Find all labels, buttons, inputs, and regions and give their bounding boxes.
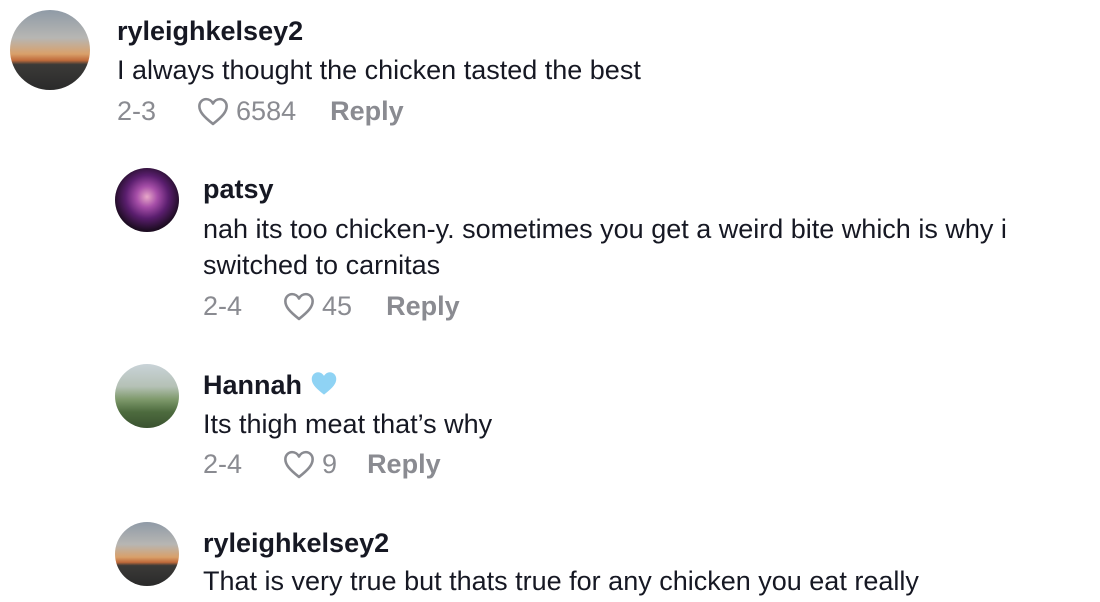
heart-outline-icon[interactable]: [196, 96, 230, 126]
comment-username[interactable]: patsy: [203, 174, 274, 205]
light-blue-heart-icon: [310, 370, 338, 403]
reply-button[interactable]: Reply: [330, 96, 404, 127]
comment-meta: 2-3 6584 Reply: [117, 94, 404, 128]
like-count: 9: [322, 448, 338, 479]
comment-username[interactable]: ryleighkelsey2: [117, 16, 303, 47]
heart-outline-icon[interactable]: [282, 291, 316, 321]
like-button[interactable]: 9: [282, 449, 337, 480]
reply-button[interactable]: Reply: [367, 449, 441, 480]
like-button[interactable]: 6584: [196, 96, 296, 127]
comment-username[interactable]: Hannah: [203, 370, 338, 403]
like-count: 6584: [236, 95, 297, 126]
heart-outline-icon[interactable]: [282, 449, 316, 479]
comment-meta: 2-4 45 Reply: [203, 289, 460, 323]
avatar[interactable]: [115, 522, 179, 586]
avatar[interactable]: [115, 364, 179, 428]
comment-date: 2-4: [203, 448, 243, 479]
avatar[interactable]: [10, 10, 90, 90]
comment-username[interactable]: ryleighkelsey2: [203, 528, 389, 559]
avatar[interactable]: [115, 168, 179, 232]
comment-text: nah its too chicken-y. sometimes you get…: [203, 214, 1007, 280]
reply-button[interactable]: Reply: [386, 291, 460, 322]
like-button[interactable]: 45: [282, 291, 352, 322]
comment-date: 2-3: [117, 95, 157, 126]
comment-text: I always thought the chicken tasted the …: [117, 55, 641, 85]
comment-date: 2-4: [203, 290, 243, 321]
comment-username-text: Hannah: [203, 370, 303, 400]
comment-text: Its thigh meat that’s why: [203, 409, 493, 439]
like-count: 45: [322, 290, 353, 321]
comment-text: That is very true but thats true for any…: [203, 566, 919, 596]
comment-meta: 2-4 9 Reply: [203, 447, 441, 481]
